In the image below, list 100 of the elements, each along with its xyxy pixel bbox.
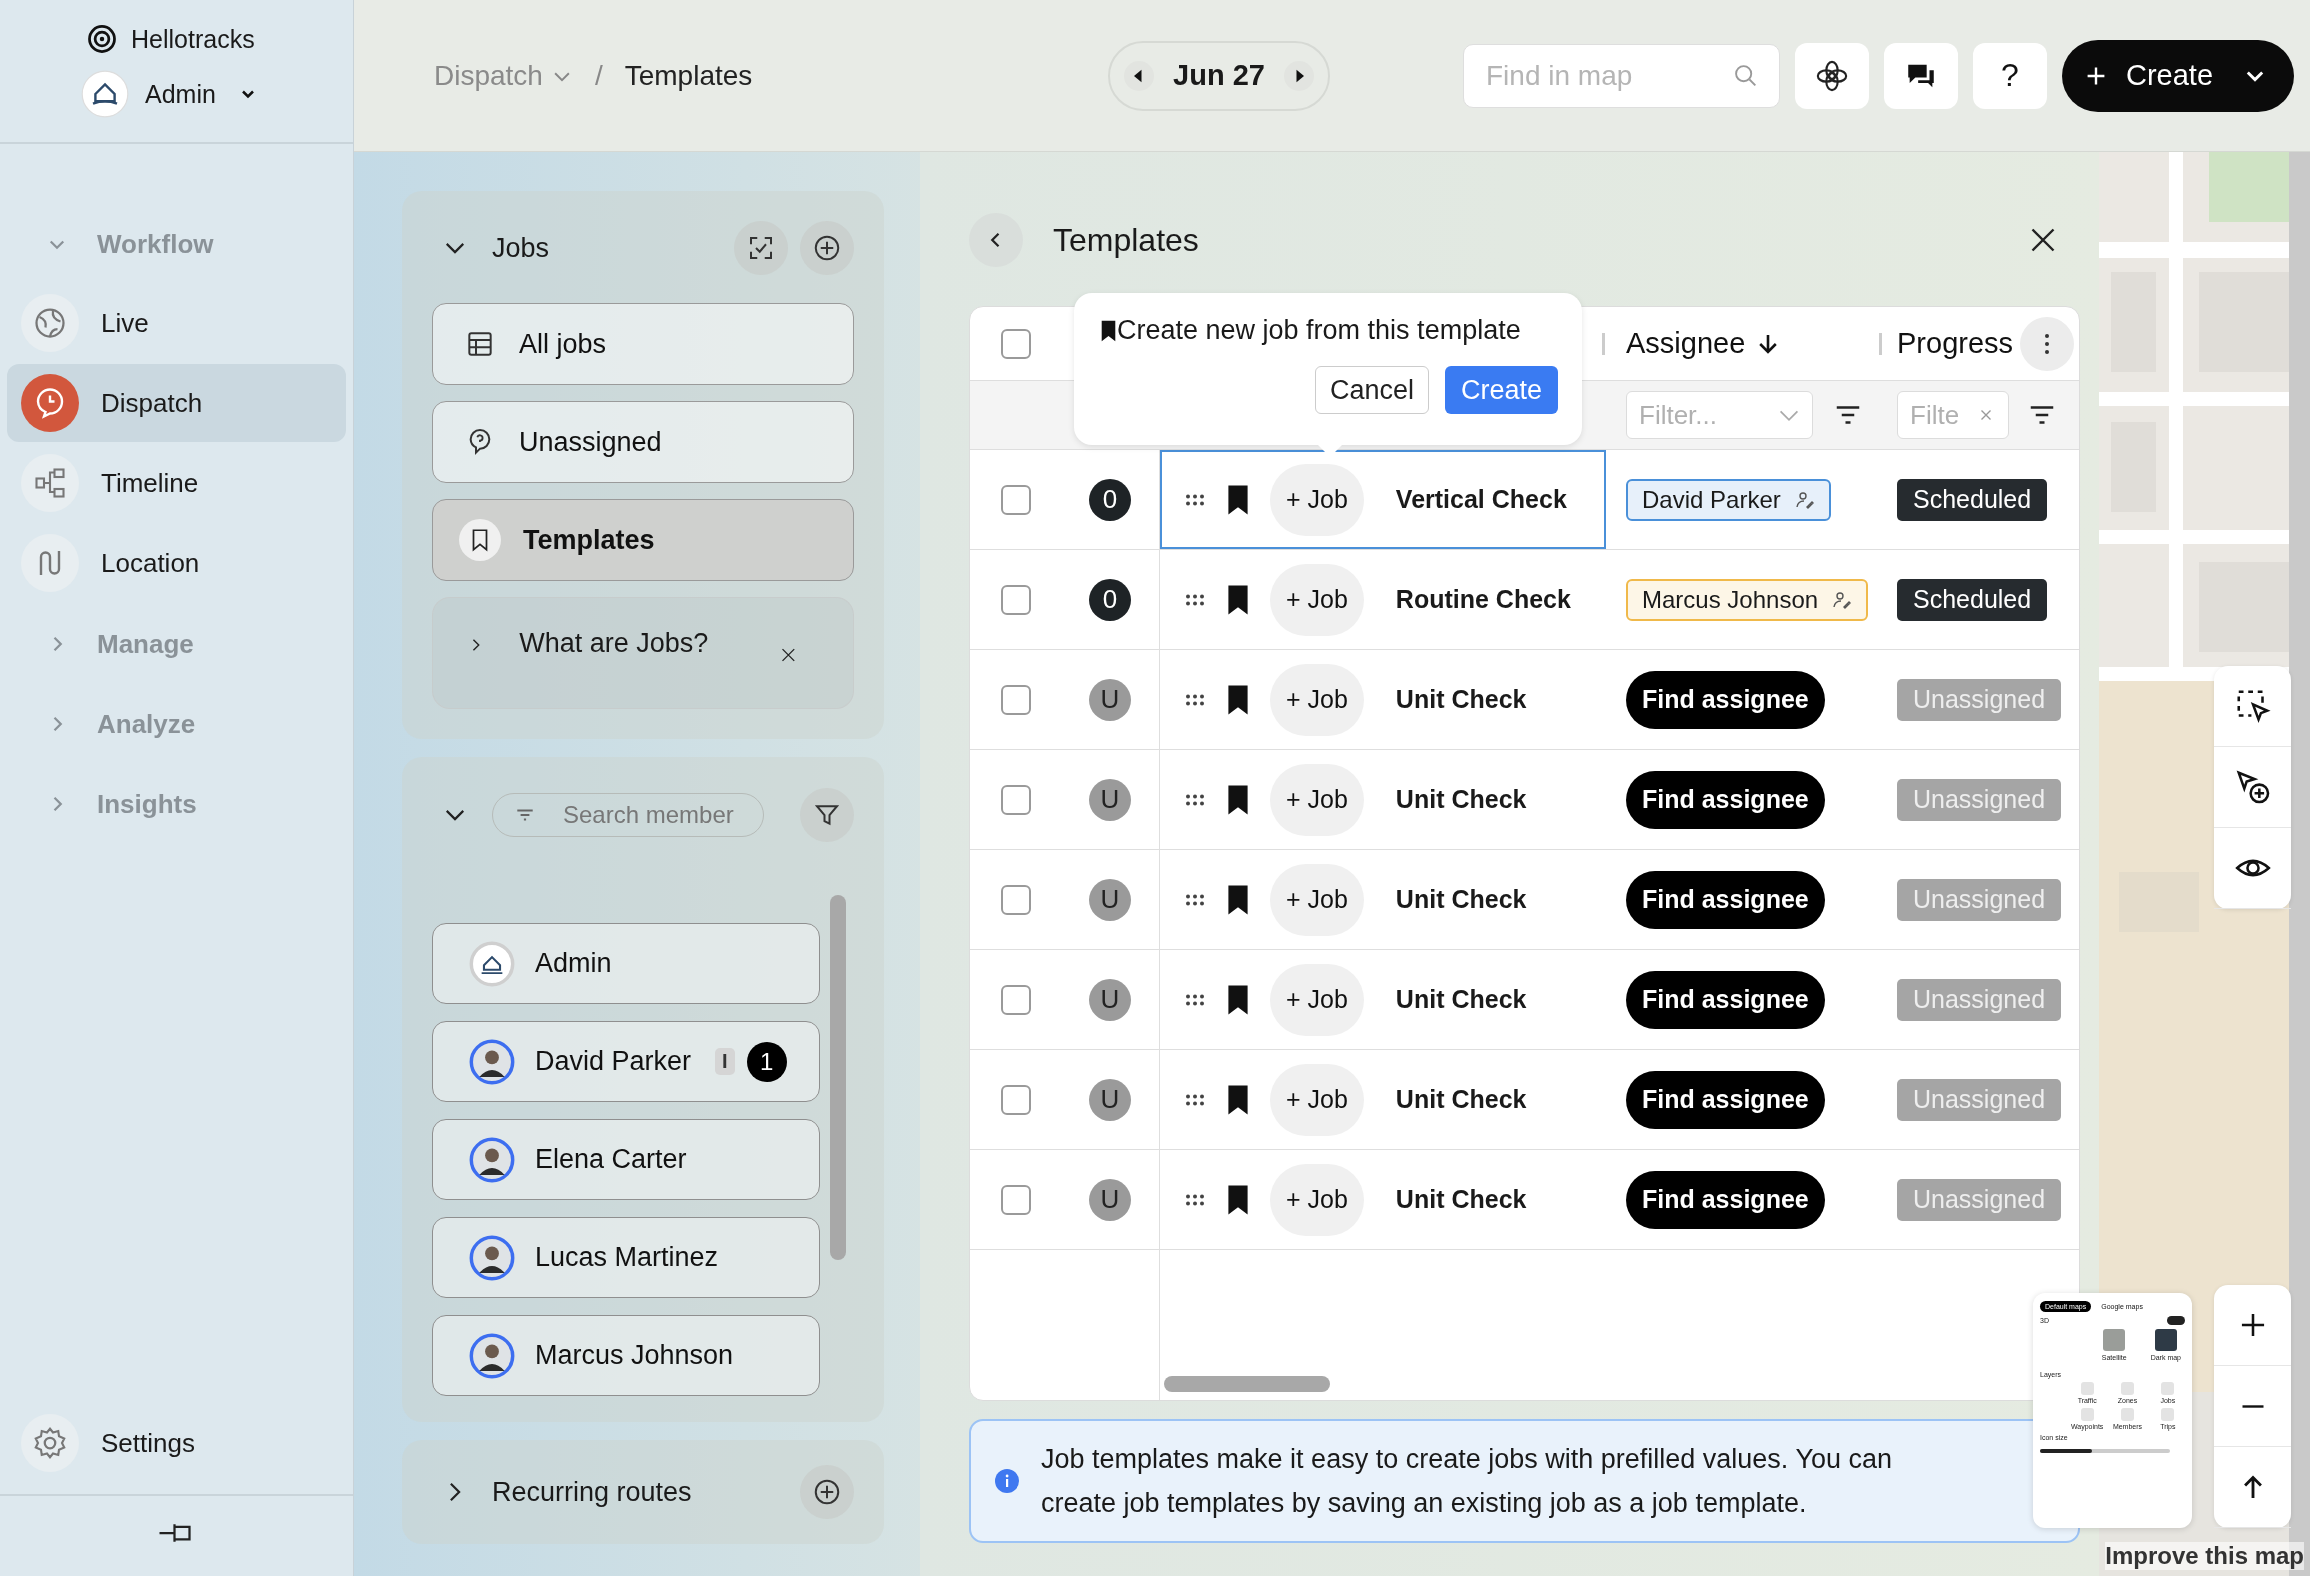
add-job-button[interactable]: + Job: [1270, 863, 1364, 936]
find-assignee-button[interactable]: Find assignee: [1626, 1170, 1825, 1229]
drag-handle-icon[interactable]: [1184, 892, 1206, 907]
jobs-nav-item[interactable]: All jobs: [432, 303, 854, 385]
hint-card[interactable]: What are Jobs?: [432, 597, 854, 709]
chat-button[interactable]: [1884, 42, 1958, 109]
improve-map-link[interactable]: Improve this map: [2105, 1542, 2304, 1570]
find-assignee-button[interactable]: Find assignee: [1626, 970, 1825, 1029]
column-header[interactable]: Assignee: [1626, 327, 1782, 360]
filter-field[interactable]: Filter...: [1626, 391, 1813, 439]
settings-item[interactable]: Settings: [7, 1404, 346, 1482]
ai-button[interactable]: [1795, 42, 1869, 109]
date-label[interactable]: Jun 27: [1173, 59, 1265, 92]
help-button[interactable]: ?: [1973, 42, 2047, 109]
find-assignee-button[interactable]: Find assignee: [1626, 670, 1825, 729]
bookmark-icon[interactable]: [1226, 583, 1250, 616]
bookmark-icon[interactable]: [1226, 783, 1250, 816]
bookmark-icon[interactable]: [1226, 1083, 1250, 1116]
member-item[interactable]: David Parker I 1: [432, 1021, 820, 1102]
plus-icon: [812, 1477, 842, 1507]
progress-badge: Scheduled: [1897, 478, 2048, 521]
jobs-nav-item[interactable]: Unassigned: [432, 401, 854, 483]
checkbox[interactable]: [1000, 784, 1031, 815]
filter-field[interactable]: Filte: [1897, 391, 2009, 439]
nav-item[interactable]: Live: [7, 284, 346, 362]
add-job-button[interactable]: + Job: [1270, 463, 1364, 536]
checkbox[interactable]: [1000, 584, 1031, 615]
scrollbar[interactable]: [1164, 1376, 1330, 1392]
bookmark-icon: [1100, 318, 1117, 343]
checkbox[interactable]: [1000, 1084, 1031, 1115]
job-cell[interactable]: + Job Unit Check: [1160, 950, 1606, 1049]
drag-handle-icon[interactable]: [1184, 992, 1206, 1007]
member-search-field[interactable]: Search member: [492, 793, 764, 837]
next-day-icon[interactable]: [1284, 60, 1314, 91]
job-cell[interactable]: + Job Unit Check: [1160, 850, 1606, 949]
drag-handle-icon[interactable]: [1184, 792, 1206, 807]
checkbox[interactable]: [1000, 484, 1031, 515]
checkbox[interactable]: [1000, 328, 1031, 359]
status-badge: U: [1089, 778, 1131, 821]
info-icon: [995, 1469, 1019, 1493]
nav-item[interactable]: Location: [7, 524, 346, 602]
add-job-button[interactable]: + Job: [1270, 1063, 1364, 1136]
checkbox[interactable]: [1000, 684, 1031, 715]
column-header[interactable]: Progress: [1897, 327, 2014, 360]
find-assignee-button[interactable]: Find assignee: [1626, 870, 1825, 929]
drag-handle-icon[interactable]: [1184, 692, 1206, 707]
app-name: Hellotracks: [131, 24, 255, 54]
job-cell[interactable]: + Job Routine Check: [1160, 550, 1606, 649]
member-item[interactable]: Elena Carter: [432, 1119, 820, 1200]
add-job-button[interactable]: + Job: [1270, 963, 1364, 1036]
job-cell[interactable]: + Job Unit Check: [1160, 1150, 1606, 1249]
assignee-tag[interactable]: David Parker: [1626, 478, 1831, 521]
job-cell[interactable]: + Job Unit Check: [1160, 750, 1606, 849]
find-assignee-button[interactable]: Find assignee: [1626, 770, 1825, 829]
member-item[interactable]: Marcus Johnson: [432, 1315, 820, 1396]
add-job-button[interactable]: + Job: [1270, 563, 1364, 636]
checkbox[interactable]: [1000, 984, 1031, 1015]
toggle[interactable]: [2167, 1316, 2185, 1325]
company-logo-icon: [81, 70, 129, 118]
add-job-button[interactable]: + Job: [1270, 663, 1364, 736]
bookmark-icon[interactable]: [1226, 1183, 1250, 1216]
bookmark-icon[interactable]: [1226, 883, 1250, 916]
checkbox[interactable]: [1000, 1184, 1031, 1215]
drag-handle-icon[interactable]: [1184, 1092, 1206, 1107]
status-badge: U: [1089, 678, 1131, 721]
template-name: Unit Check: [1395, 985, 1527, 1014]
map-thumbnail-icon[interactable]: [2103, 1329, 2126, 1351]
bookmark-icon[interactable]: [1226, 983, 1250, 1016]
member-item[interactable]: Lucas Martinez: [432, 1217, 820, 1298]
cancel-button[interactable]: Cancel: [1314, 366, 1429, 414]
account-name[interactable]: Admin: [145, 79, 216, 109]
map-thumbnail-icon[interactable]: [2154, 1329, 2177, 1351]
job-cell[interactable]: + Job Vertical Check: [1160, 450, 1606, 549]
find-assignee-button[interactable]: Find assignee: [1626, 1070, 1825, 1129]
scrollbar[interactable]: [830, 895, 846, 1260]
create-button[interactable]: Create: [2062, 39, 2294, 112]
create-button[interactable]: Create: [1444, 366, 1558, 414]
add-job-button[interactable]: + Job: [1270, 1163, 1364, 1236]
bookmark-icon[interactable]: [1226, 483, 1250, 516]
map-search-field[interactable]: Find in map: [1463, 43, 1780, 108]
checkbox[interactable]: [1000, 884, 1031, 915]
progress-badge: Unassigned: [1897, 778, 2062, 821]
jobs-nav-item[interactable]: Templates: [432, 499, 854, 581]
job-cell[interactable]: + Job Unit Check: [1160, 1050, 1606, 1149]
knot-icon: [1815, 58, 1849, 93]
add-job-button[interactable]: + Job: [1270, 763, 1364, 836]
bookmark-icon[interactable]: [1226, 683, 1250, 716]
previous-day-icon[interactable]: [1124, 60, 1154, 91]
icon-size-slider[interactable]: [2040, 1449, 2170, 1453]
breadcrumb-current: Templates: [624, 59, 753, 92]
nav-item[interactable]: Dispatch: [7, 364, 346, 442]
job-cell[interactable]: + Job Unit Check: [1160, 650, 1606, 749]
drag-handle-icon[interactable]: [1184, 1192, 1206, 1207]
member-item[interactable]: Admin: [432, 923, 820, 1004]
assignee-tag[interactable]: Marcus Johnson: [1626, 578, 1869, 621]
person-edit-icon: [1832, 589, 1853, 610]
nav-item[interactable]: Timeline: [7, 444, 346, 522]
info-text: Job templates make it easy to create jobs with prefilled values. You can create job templates by saving an existing job as a job template.: [1041, 1443, 1893, 1520]
drag-handle-icon[interactable]: [1184, 492, 1206, 507]
drag-handle-icon[interactable]: [1184, 592, 1206, 607]
